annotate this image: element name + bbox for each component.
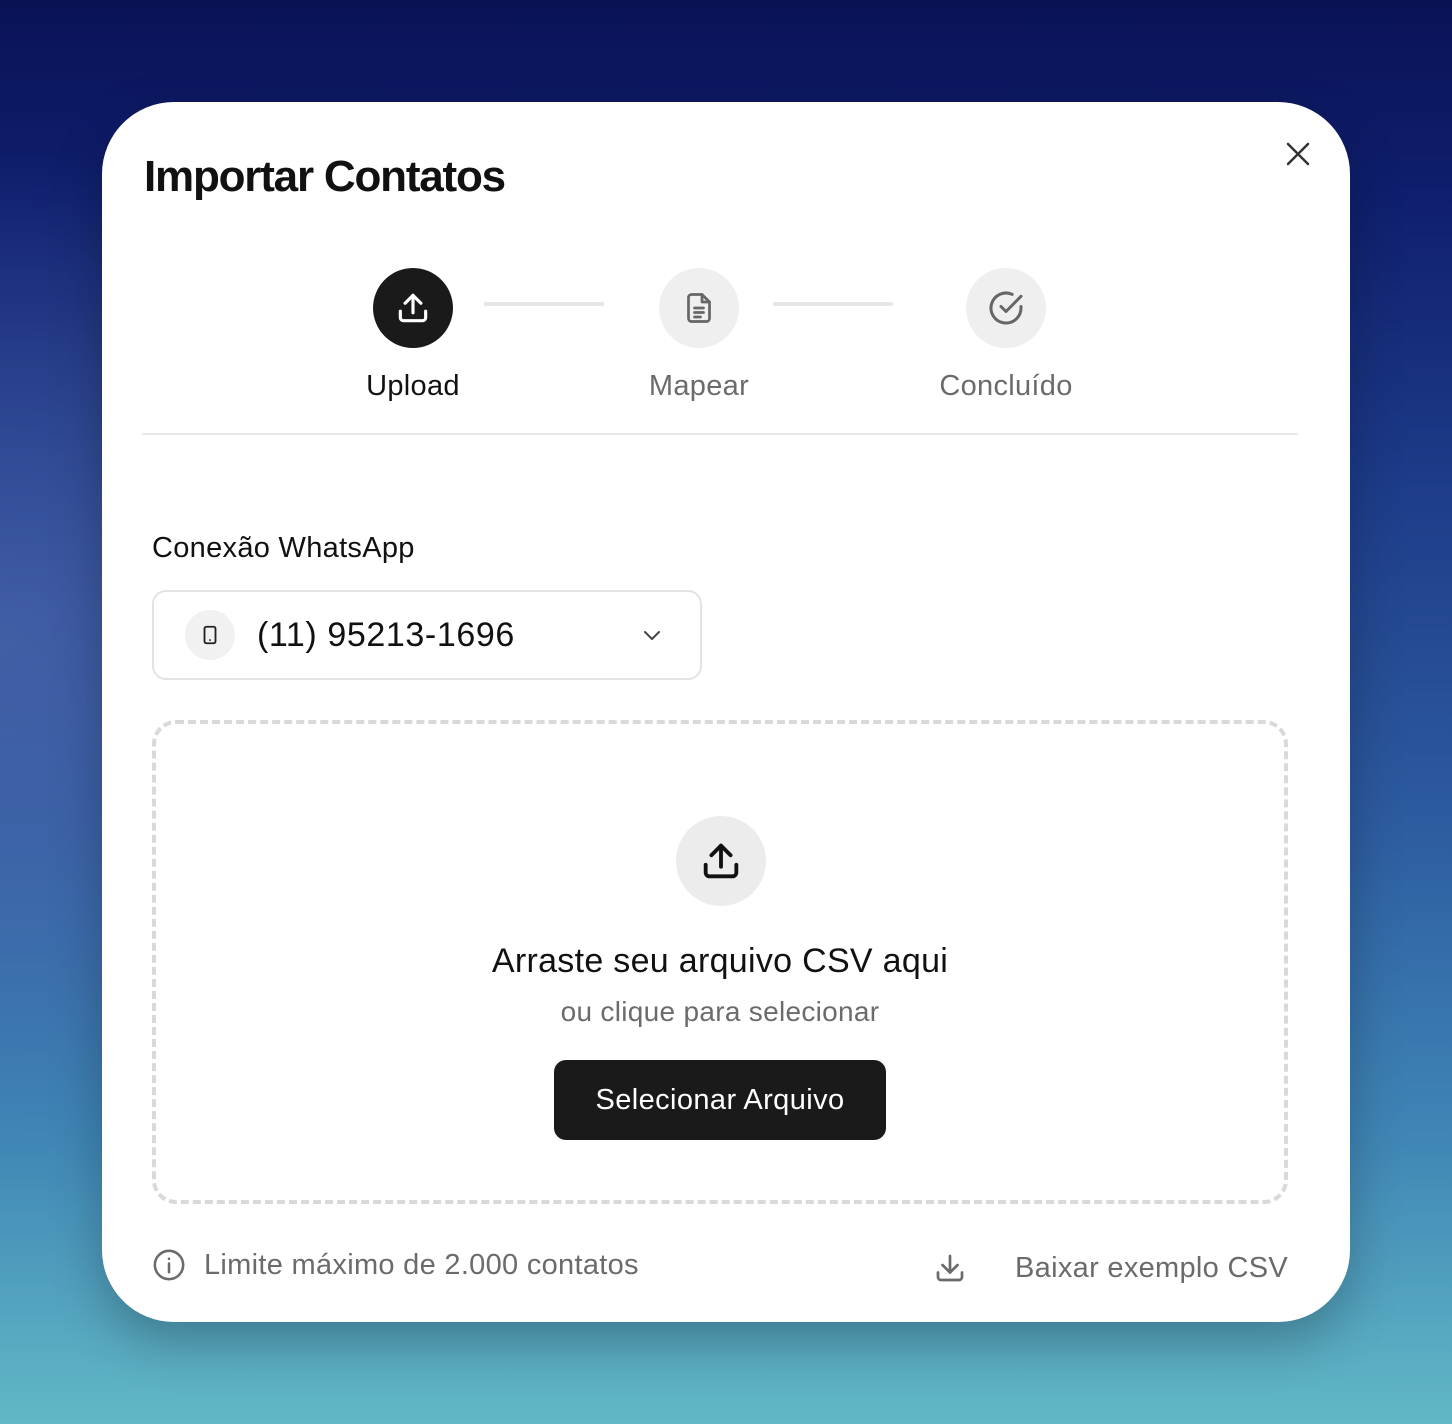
whatsapp-connection-select[interactable]: (11) 95213-1696 xyxy=(152,590,702,680)
step-connector xyxy=(484,302,604,306)
dropzone-icon-badge xyxy=(676,816,766,906)
contact-limit-text: Limite máximo de 2.000 contatos xyxy=(204,1248,639,1281)
select-file-button[interactable]: Selecionar Arquivo xyxy=(554,1060,886,1140)
step-concluido-label: Concluído xyxy=(939,370,1073,402)
download-sample-csv-label: Baixar exemplo CSV xyxy=(1015,1251,1288,1284)
download-sample-csv-link[interactable]: Baixar exemplo CSV xyxy=(932,1246,1288,1290)
step-mapear: Mapear xyxy=(589,268,809,403)
contact-limit-note: Limite máximo de 2.000 contatos xyxy=(152,1248,639,1282)
check-circle-icon xyxy=(989,291,1023,325)
upload-icon xyxy=(398,293,428,323)
document-icon xyxy=(687,293,711,323)
close-button[interactable] xyxy=(1280,136,1316,172)
phone-icon-badge xyxy=(185,610,235,660)
connection-label: Conexão WhatsApp xyxy=(152,532,415,564)
csv-dropzone[interactable]: Arraste seu arquivo CSV aqui ou clique p… xyxy=(152,720,1288,1204)
step-upload-label: Upload xyxy=(366,370,460,402)
divider xyxy=(142,433,1298,435)
phone-icon xyxy=(203,625,217,645)
upload-icon xyxy=(703,843,739,879)
close-icon xyxy=(1286,142,1310,166)
step-mapear-circle xyxy=(659,268,739,348)
dropzone-subtitle: ou clique para selecionar xyxy=(560,996,880,1027)
download-icon xyxy=(936,1254,964,1282)
step-concluido-circle xyxy=(966,268,1046,348)
step-mapear-label: Mapear xyxy=(648,370,750,402)
chevron-down-icon xyxy=(644,631,660,640)
dropzone-title: Arraste seu arquivo CSV aqui xyxy=(491,942,949,980)
import-contacts-dialog: Importar Contatos Upload Mapear Concluíd… xyxy=(102,102,1350,1322)
step-upload: Upload xyxy=(303,268,523,403)
selected-connection-value: (11) 95213-1696 xyxy=(257,615,515,654)
step-connector xyxy=(773,302,893,306)
step-concluido: Concluído xyxy=(896,268,1116,403)
dialog-title: Importar Contatos xyxy=(144,152,506,201)
step-upload-circle xyxy=(373,268,453,348)
info-icon xyxy=(153,1249,185,1281)
